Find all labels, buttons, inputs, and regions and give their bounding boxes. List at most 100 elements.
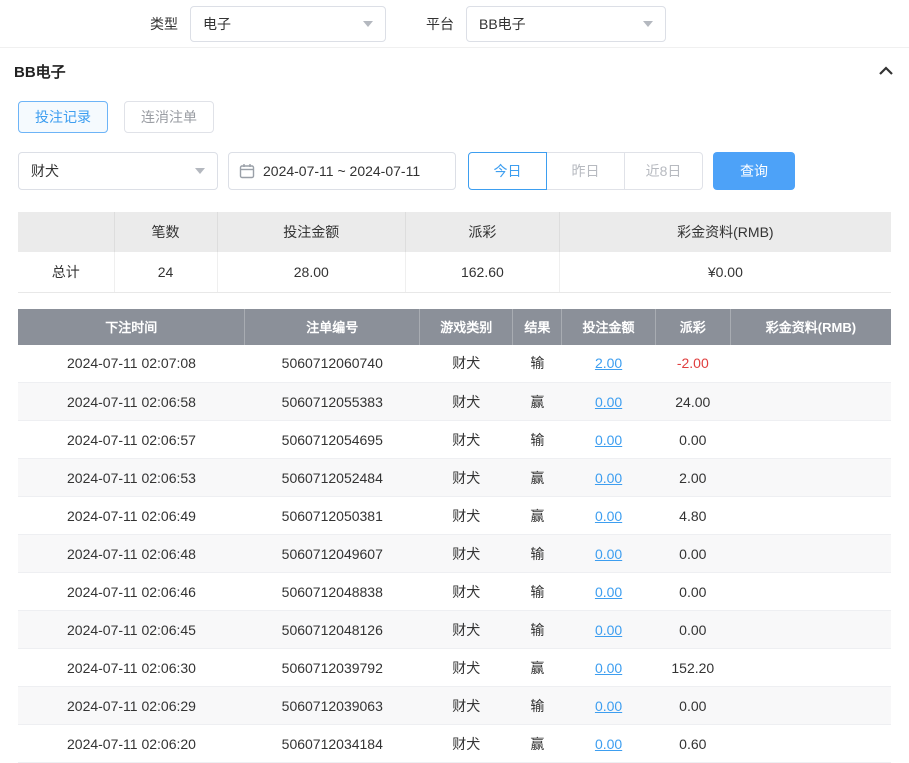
bet-amount-link[interactable]: 2.00 [595, 355, 622, 371]
bet-amount-cell: 0.00 [562, 573, 655, 611]
payout-cell: -2.00 [655, 345, 730, 383]
type-select-value: 电子 [203, 14, 231, 34]
summary-bonus-value: ¥0.00 [559, 252, 891, 292]
payout-cell: 2.00 [655, 459, 730, 497]
collapse-section-button[interactable] [877, 64, 895, 78]
type-select[interactable]: 电子 [190, 6, 386, 42]
bet-amount-link[interactable]: 0.00 [595, 470, 622, 486]
table-row: 2024-07-11 02:06:465060712048838财犬输0.000… [18, 573, 891, 611]
payout-cell: 0.00 [655, 535, 730, 573]
bet-time-cell: 2024-07-11 02:06:30 [18, 649, 245, 687]
table-row: 2024-07-11 02:06:295060712039063财犬输0.000… [18, 687, 891, 725]
bonus-cell [730, 573, 891, 611]
bonus-cell [730, 725, 891, 763]
result-cell: 赢 [513, 383, 562, 421]
order-id-cell: 5060712039063 [245, 687, 420, 725]
game-type-cell: 财犬 [420, 383, 513, 421]
bet-amount-link[interactable]: 0.00 [595, 432, 622, 448]
game-type-cell: 财犬 [420, 687, 513, 725]
game-type-cell: 财犬 [420, 611, 513, 649]
summary-header-blank [18, 212, 114, 252]
bonus-cell [730, 383, 891, 421]
bet-amount-cell: 0.00 [562, 611, 655, 649]
game-type-cell: 财犬 [420, 497, 513, 535]
table-row: 2024-07-11 02:06:305060712039792财犬赢0.001… [18, 649, 891, 687]
bet-amount-link[interactable]: 0.00 [595, 394, 622, 410]
quick-button-group: 今日昨日近8日 [468, 152, 703, 190]
table-row: 2024-07-11 02:06:535060712052484财犬赢0.002… [18, 459, 891, 497]
bet-amount-link[interactable]: 0.00 [595, 546, 622, 562]
bet-amount-cell: 0.00 [562, 459, 655, 497]
game-type-cell: 财犬 [420, 725, 513, 763]
quick-button-0[interactable]: 今日 [468, 152, 547, 190]
summary-header-row: 笔数 投注金额 派彩 彩金资料(RMB) [18, 212, 891, 252]
bonus-cell [730, 497, 891, 535]
result-cell: 赢 [513, 497, 562, 535]
records-column-header: 结果 [513, 309, 562, 345]
payout-cell: 0.60 [655, 725, 730, 763]
summary-count-value: 24 [114, 252, 217, 292]
bet-amount-link[interactable]: 0.00 [595, 698, 622, 714]
bonus-cell [730, 459, 891, 497]
table-row: 2024-07-11 02:07:085060712060740财犬输2.00-… [18, 345, 891, 383]
table-row: 2024-07-11 02:06:455060712048126财犬输0.000… [18, 611, 891, 649]
summary-header-payout: 派彩 [406, 212, 560, 252]
order-id-cell: 5060712052484 [245, 459, 420, 497]
summary-total-label: 总计 [18, 252, 114, 292]
summary-header-count: 笔数 [114, 212, 217, 252]
bet-amount-link[interactable]: 0.00 [595, 622, 622, 638]
section-header: BB电子 [0, 48, 909, 94]
order-id-cell: 5060712054695 [245, 421, 420, 459]
quick-button-1[interactable]: 昨日 [546, 152, 625, 190]
game-type-cell: 财犬 [420, 345, 513, 383]
bet-amount-link[interactable]: 0.00 [595, 660, 622, 676]
order-id-cell: 5060712060740 [245, 345, 420, 383]
game-select[interactable]: 财犬 [18, 152, 218, 190]
platform-label: 平台 [426, 14, 454, 34]
bet-amount-link[interactable]: 0.00 [595, 584, 622, 600]
bet-time-cell: 2024-07-11 02:06:29 [18, 687, 245, 725]
bet-time-cell: 2024-07-11 02:06:53 [18, 459, 245, 497]
records-column-header: 游戏类别 [420, 309, 513, 345]
summary-bet-amount-value: 28.00 [217, 252, 406, 292]
game-type-cell: 财犬 [420, 649, 513, 687]
bet-amount-link[interactable]: 0.00 [595, 736, 622, 752]
bet-amount-link[interactable]: 0.00 [595, 508, 622, 524]
bet-time-cell: 2024-07-11 02:06:45 [18, 611, 245, 649]
game-type-cell: 财犬 [420, 459, 513, 497]
result-cell: 输 [513, 345, 562, 383]
platform-filter: 平台 BB电子 [426, 6, 666, 42]
bet-amount-cell: 0.00 [562, 725, 655, 763]
query-button[interactable]: 查询 [713, 152, 795, 190]
order-id-cell: 5060712055383 [245, 383, 420, 421]
platform-select[interactable]: BB电子 [466, 6, 666, 42]
table-row: 2024-07-11 02:06:585060712055383财犬赢0.002… [18, 383, 891, 421]
payout-cell: 0.00 [655, 611, 730, 649]
game-type-cell: 财犬 [420, 421, 513, 459]
order-id-cell: 5060712050381 [245, 497, 420, 535]
calendar-icon [239, 163, 255, 179]
type-filter: 类型 电子 [150, 6, 386, 42]
records-column-header: 下注时间 [18, 309, 245, 345]
section-title: BB电子 [14, 61, 66, 82]
bet-time-cell: 2024-07-11 02:06:46 [18, 573, 245, 611]
game-type-cell: 财犬 [420, 535, 513, 573]
bet-time-cell: 2024-07-11 02:06:20 [18, 725, 245, 763]
platform-select-value: BB电子 [479, 14, 526, 34]
payout-cell: 4.80 [655, 497, 730, 535]
tab-bet-records[interactable]: 投注记录 [18, 101, 108, 133]
order-id-cell: 5060712048838 [245, 573, 420, 611]
result-cell: 输 [513, 421, 562, 459]
date-range-input[interactable]: 2024-07-11 ~ 2024-07-11 [228, 152, 456, 190]
records-column-header: 投注金额 [562, 309, 655, 345]
result-cell: 赢 [513, 725, 562, 763]
quick-button-2[interactable]: 近8日 [624, 152, 703, 190]
records-body: 2024-07-11 02:07:085060712060740财犬输2.00-… [18, 345, 891, 763]
game-select-value: 财犬 [31, 161, 59, 181]
bet-amount-cell: 2.00 [562, 345, 655, 383]
top-filter-bar: 类型 电子 平台 BB电子 [0, 0, 909, 48]
tab-cancelled-orders[interactable]: 连消注单 [124, 101, 214, 133]
records-table: 下注时间注单编号游戏类别结果投注金额派彩彩金资料(RMB) 2024-07-11… [18, 309, 891, 763]
section-content: 投注记录 连消注单 财犬 2024-07-11 ~ 2024-07-11 今日昨… [0, 94, 909, 763]
payout-cell: 0.00 [655, 687, 730, 725]
